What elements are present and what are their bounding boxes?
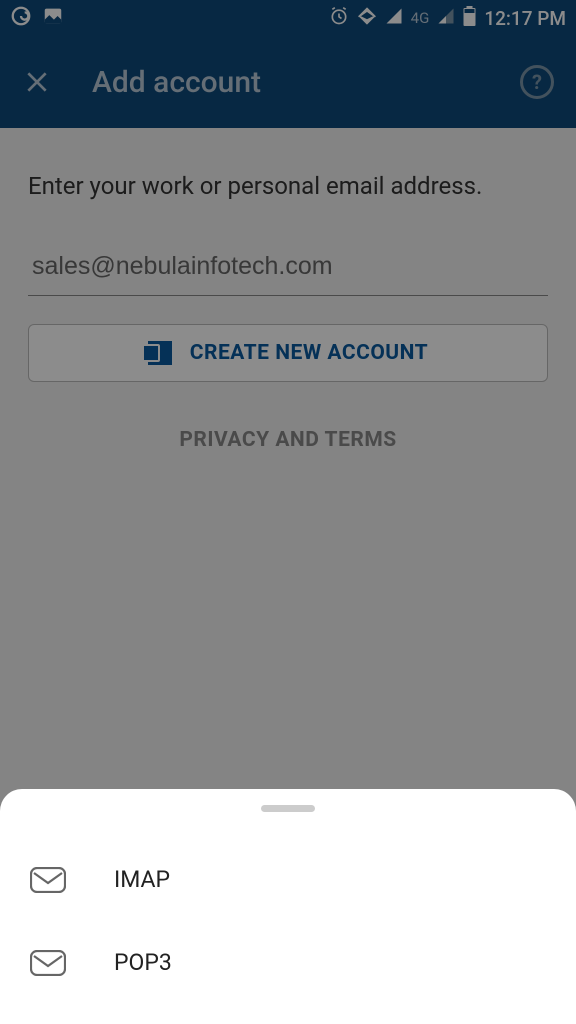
sheet-drag-handle[interactable] <box>261 805 315 812</box>
mail-icon <box>30 950 66 976</box>
sheet-item-label: IMAP <box>114 866 170 893</box>
sheet-item-label: POP3 <box>114 949 172 976</box>
sheet-item-imap[interactable]: IMAP <box>0 838 576 921</box>
sheet-item-pop3[interactable]: POP3 <box>0 921 576 1004</box>
mail-icon <box>30 867 66 893</box>
bottom-sheet: IMAP POP3 <box>0 789 576 1024</box>
